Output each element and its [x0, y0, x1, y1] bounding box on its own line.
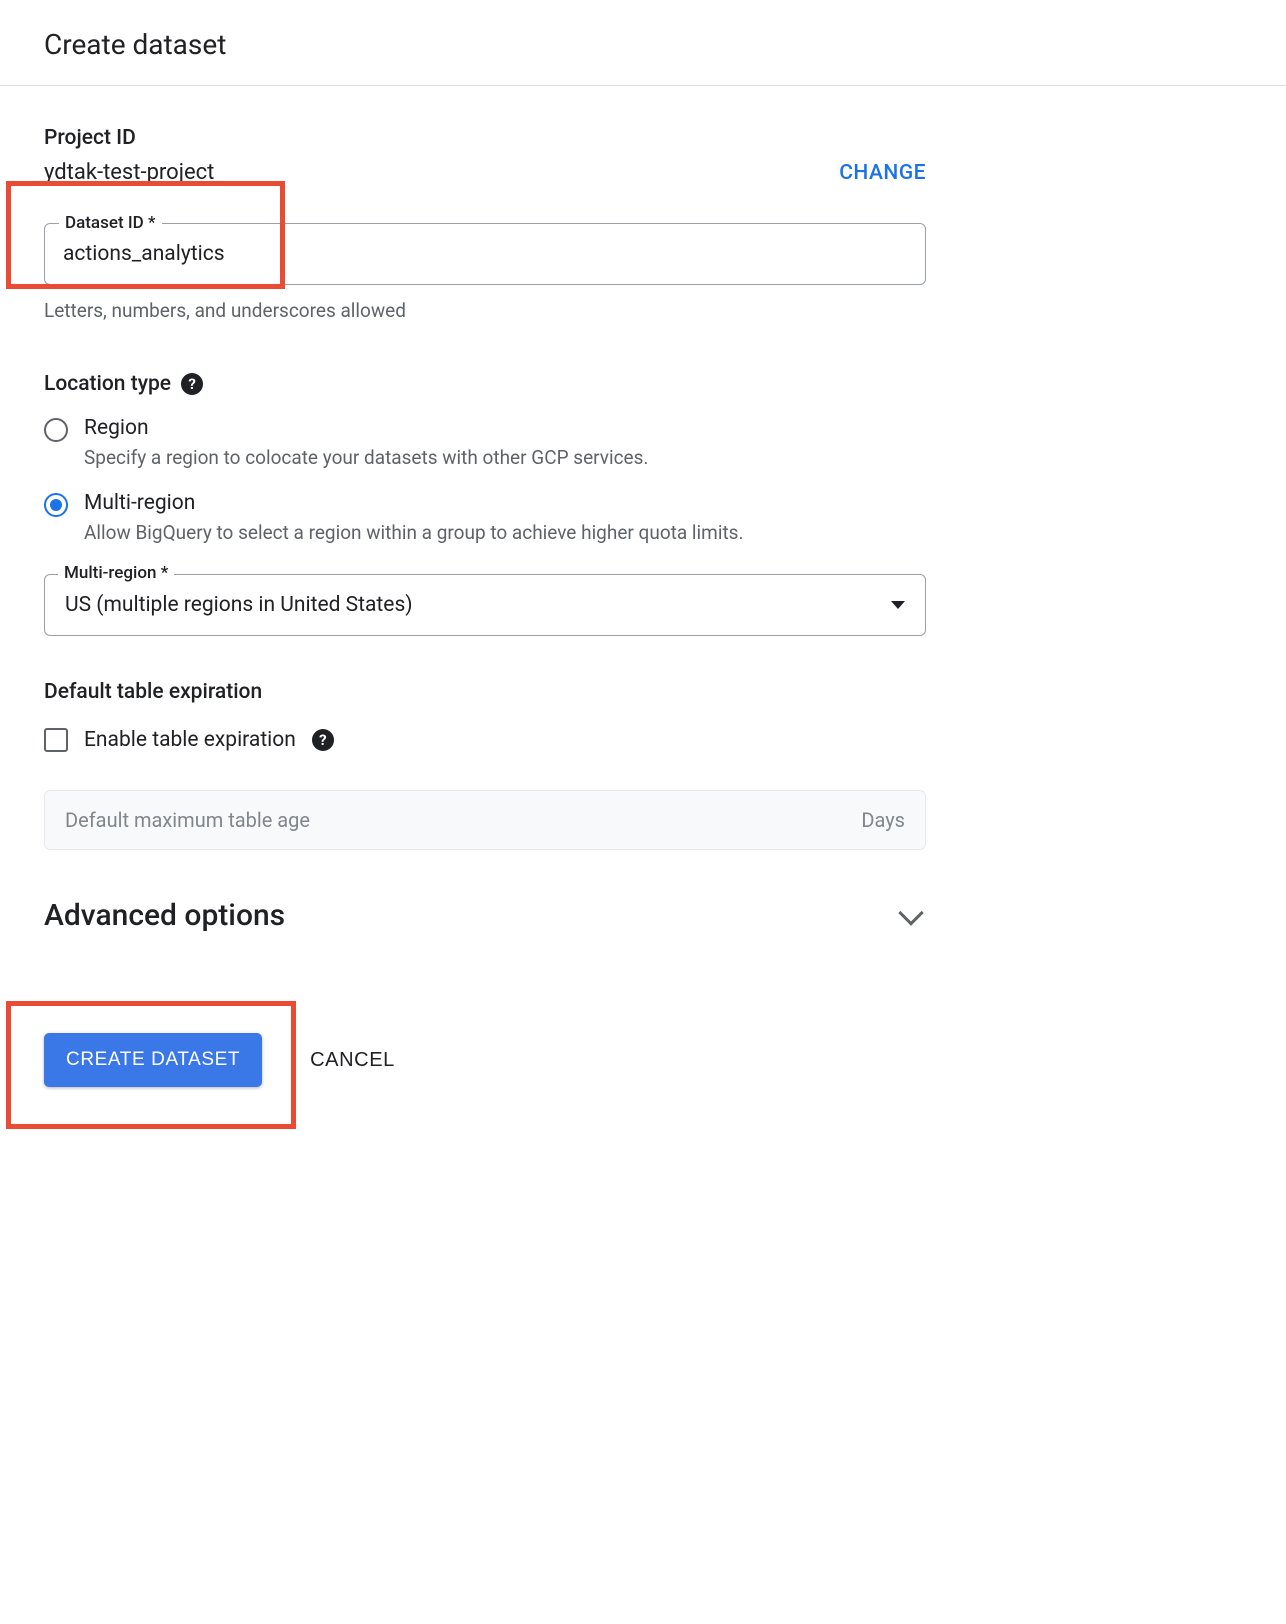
chevron-down-icon	[898, 900, 923, 925]
location-type-label: Location type	[44, 372, 171, 396]
cancel-button[interactable]: CANCEL	[304, 1048, 401, 1073]
dataset-id-field[interactable]: Dataset ID *	[44, 223, 926, 285]
project-id-label: Project ID	[44, 126, 214, 150]
location-type-radio-group: Region Specify a region to colocate your…	[44, 416, 926, 544]
max-table-age-input: Default maximum table age Days	[44, 790, 926, 850]
help-icon[interactable]: ?	[181, 373, 203, 395]
enable-expiration-label: Enable table expiration	[84, 728, 296, 752]
enable-expiration-checkbox[interactable]	[44, 728, 68, 752]
advanced-options-toggle[interactable]: Advanced options	[44, 898, 926, 933]
max-table-age-suffix: Days	[861, 808, 905, 832]
dataset-id-label: Dataset ID *	[59, 213, 162, 233]
multi-region-select-value: US (multiple regions in United States)	[65, 593, 413, 617]
help-icon[interactable]: ?	[312, 729, 334, 751]
advanced-options-label: Advanced options	[44, 898, 285, 933]
project-id-value: ydtak-test-project	[44, 160, 214, 185]
page-title: Create dataset	[0, 0, 1286, 86]
radio-region-desc: Specify a region to colocate your datase…	[84, 446, 648, 469]
radio-multi-region[interactable]	[44, 493, 68, 517]
dataset-id-input[interactable]	[45, 224, 925, 284]
change-project-link[interactable]: CHANGE	[839, 161, 926, 185]
create-dataset-button[interactable]: CREATE DATASET	[44, 1033, 262, 1087]
multi-region-select-label: Multi-region *	[58, 563, 174, 583]
radio-multi-region-label: Multi-region	[84, 491, 743, 515]
max-table-age-placeholder: Default maximum table age	[65, 808, 310, 832]
radio-multi-region-desc: Allow BigQuery to select a region within…	[84, 521, 743, 544]
chevron-down-icon	[891, 601, 905, 609]
radio-region-label: Region	[84, 416, 648, 440]
multi-region-select[interactable]: US (multiple regions in United States)	[44, 574, 926, 636]
table-expiration-title: Default table expiration	[44, 680, 926, 704]
dataset-id-helper: Letters, numbers, and underscores allowe…	[44, 299, 926, 322]
radio-region[interactable]	[44, 418, 68, 442]
